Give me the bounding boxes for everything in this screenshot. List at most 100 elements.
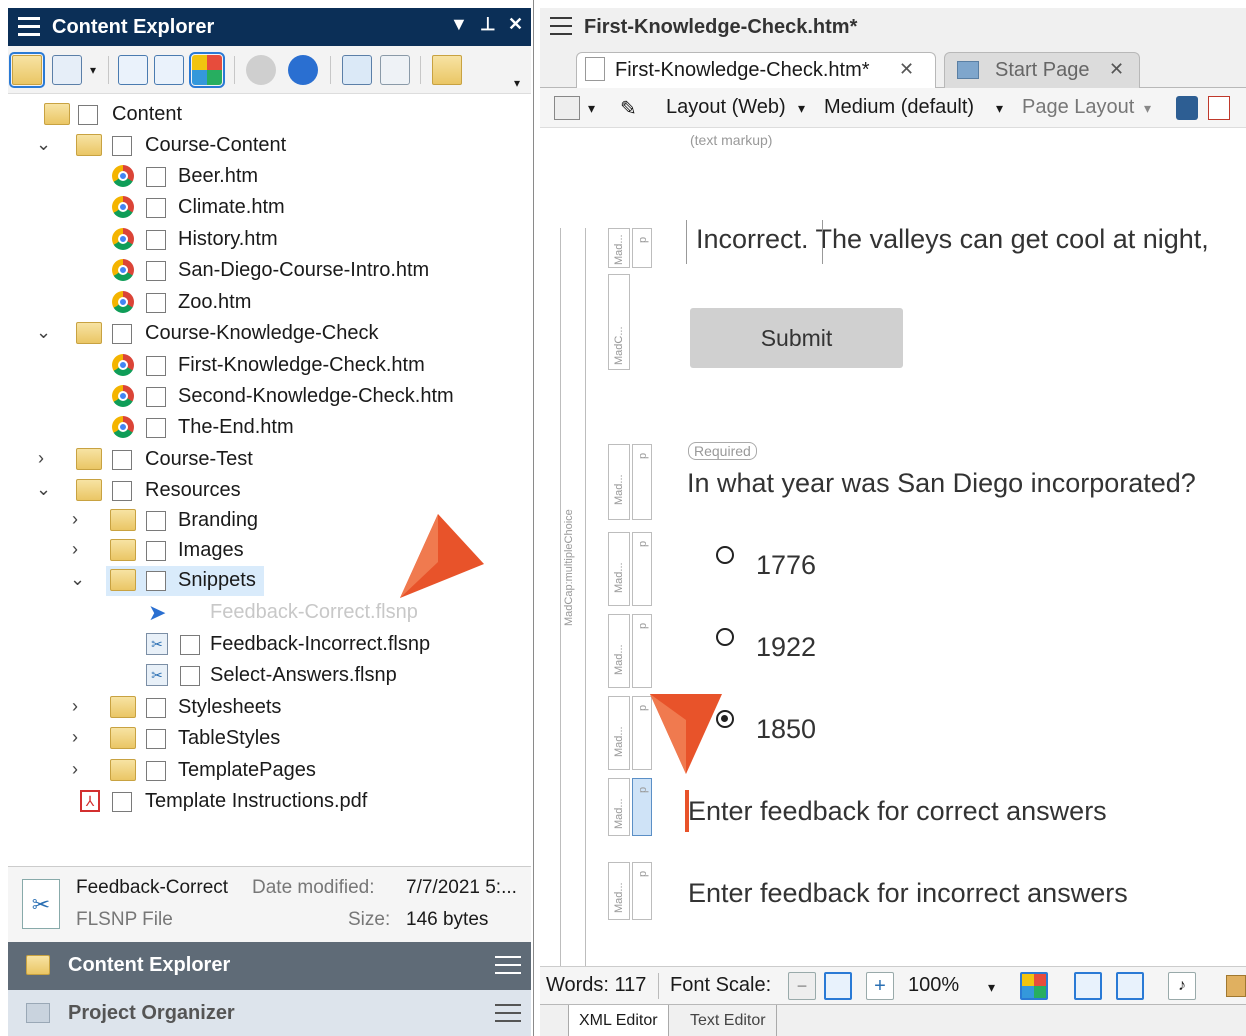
structure-tag[interactable]: Mad...: [608, 614, 630, 688]
checkbox[interactable]: [146, 356, 166, 376]
view-dropdown-icon[interactable]: ▾: [86, 55, 100, 85]
chevron-right-icon[interactable]: ›: [72, 696, 90, 717]
checkbox[interactable]: [146, 198, 166, 218]
chevron-right-icon[interactable]: ›: [38, 448, 56, 469]
p-tag[interactable]: p: [632, 444, 652, 520]
color-icon[interactable]: [1020, 972, 1048, 1000]
tree-item-dragging[interactable]: ➤ Feedback-Correct.flsnp: [8, 598, 531, 628]
tree-item-file[interactable]: Zoo.htm: [8, 288, 531, 318]
collapse-all-icon[interactable]: [154, 55, 184, 85]
tree-item-pdf[interactable]: ⅄ Template Instructions.pdf: [8, 787, 531, 817]
submit-button[interactable]: Submit: [690, 308, 903, 368]
feedback-correct-text[interactable]: Enter feedback for correct answers: [688, 796, 1107, 827]
checkbox[interactable]: [146, 261, 166, 281]
tab-project-organizer[interactable]: Project Organizer: [8, 990, 531, 1036]
color-icon[interactable]: [189, 52, 225, 88]
audio-icon[interactable]: ♪: [1168, 972, 1196, 1000]
menu-icon[interactable]: [495, 1004, 521, 1026]
chevron-right-icon[interactable]: ›: [72, 727, 90, 748]
answer-label[interactable]: 1922: [756, 632, 816, 663]
checkbox[interactable]: [146, 729, 166, 749]
chevron-down-icon[interactable]: ⌄: [36, 134, 54, 155]
tree-item-course-knowledge-check[interactable]: ⌄ Course-Knowledge-Check: [8, 319, 531, 349]
tree-item-snippet[interactable]: ✂ Feedback-Incorrect.flsnp: [8, 630, 531, 660]
chevron-down-icon[interactable]: ⌄: [36, 479, 54, 500]
tree-item-file[interactable]: Beer.htm: [8, 162, 531, 192]
page-layout-dropdown[interactable]: Page Layout: [1022, 96, 1134, 119]
question-text[interactable]: In what year was San Diego incorporated?: [687, 468, 1196, 499]
p-tag[interactable]: p: [632, 228, 652, 268]
checkbox[interactable]: [146, 571, 166, 591]
radio-button[interactable]: [716, 628, 734, 646]
tree-item-course-test[interactable]: › Course-Test: [8, 445, 531, 475]
chevron-down-icon[interactable]: ⌄: [36, 322, 54, 343]
structure-tag[interactable]: Mad...: [608, 532, 630, 606]
tree-item-tablestyles[interactable]: › TableStyles: [8, 724, 531, 754]
checkbox[interactable]: [112, 481, 132, 501]
find-file-icon[interactable]: [380, 55, 410, 85]
checkbox[interactable]: [146, 418, 166, 438]
pin-icon[interactable]: ⊥: [480, 14, 496, 35]
show-tags-icon[interactable]: [1074, 972, 1102, 1000]
tree-item-snippet[interactable]: ✂ Select-Answers.flsnp: [8, 661, 531, 691]
checkbox[interactable]: [146, 541, 166, 561]
tab-content-explorer[interactable]: Content Explorer: [8, 942, 531, 990]
p-tag[interactable]: p: [632, 614, 652, 688]
ruler-icon[interactable]: [1226, 975, 1246, 997]
checkbox[interactable]: [146, 293, 166, 313]
checkbox[interactable]: [146, 167, 166, 187]
editor-canvas[interactable]: (text markup) MadCap:multipleChoice Mad.…: [540, 128, 1246, 1036]
chevron-right-icon[interactable]: ›: [72, 509, 90, 530]
checkbox[interactable]: [146, 761, 166, 781]
tab-start-page[interactable]: Start Page ✕: [944, 52, 1140, 88]
dropdown-arrow-icon[interactable]: ▾: [988, 979, 995, 996]
reset-font-icon[interactable]: [824, 972, 852, 1000]
tab-text-editor[interactable]: Text Editor: [680, 1005, 777, 1036]
decrease-font-icon[interactable]: −: [788, 972, 816, 1000]
tree-item-file[interactable]: Climate.htm: [8, 193, 531, 223]
p-tag[interactable]: p: [632, 862, 652, 920]
tree-item-course-content[interactable]: ⌄ Course-Content: [8, 131, 531, 161]
pdf-preview-icon[interactable]: [1208, 96, 1230, 120]
tree-item-templatepages[interactable]: › TemplatePages: [8, 756, 531, 786]
chevron-right-icon[interactable]: ›: [72, 539, 90, 560]
expand-all-icon[interactable]: [118, 55, 148, 85]
folder-view-icon[interactable]: [9, 52, 45, 88]
tree-item-resources[interactable]: ⌄ Resources: [8, 476, 531, 506]
checkbox[interactable]: [112, 324, 132, 344]
close-icon[interactable]: ✕: [899, 59, 914, 80]
structure-tag[interactable]: Mad...: [608, 862, 630, 920]
answer-label[interactable]: 1850: [756, 714, 816, 745]
p-tag-selected[interactable]: p: [632, 778, 652, 836]
checkbox[interactable]: [180, 635, 200, 655]
show-structure-icon[interactable]: [1116, 972, 1144, 1000]
tree-item-file[interactable]: History.htm: [8, 225, 531, 255]
checkbox[interactable]: [112, 450, 132, 470]
checkbox[interactable]: [146, 387, 166, 407]
structure-tag[interactable]: Mad...: [608, 444, 630, 520]
incorrect-feedback-line[interactable]: Incorrect. The valleys can get cool at n…: [686, 220, 1246, 272]
tree-item-stylesheets[interactable]: › Stylesheets: [8, 693, 531, 723]
radio-button[interactable]: [716, 546, 734, 564]
new-folder-icon[interactable]: [432, 55, 462, 85]
dropdown-arrow-icon[interactable]: ▼: [450, 14, 468, 35]
increase-font-icon[interactable]: +: [866, 972, 894, 1000]
layout-dropdown[interactable]: Layout (Web): [666, 96, 786, 119]
checkbox[interactable]: [180, 666, 200, 686]
dropdown-arrow-icon[interactable]: ▾: [588, 100, 595, 117]
tab-first-knowledge-check[interactable]: First-Knowledge-Check.htm* ✕: [576, 52, 936, 88]
tab-xml-editor[interactable]: XML Editor: [568, 1005, 669, 1036]
close-icon[interactable]: ✕: [1109, 59, 1124, 80]
tree-item-content[interactable]: Content: [8, 100, 531, 130]
structure-tag[interactable]: Mad...: [608, 778, 630, 836]
tree-item-file[interactable]: Second-Knowledge-Check.htm: [8, 382, 531, 412]
medium-dropdown[interactable]: Medium (default): [824, 96, 974, 119]
brush-icon[interactable]: ✎: [620, 96, 637, 121]
chevron-right-icon[interactable]: ›: [72, 759, 90, 780]
feedback-incorrect-text[interactable]: Enter feedback for incorrect answers: [688, 878, 1128, 909]
menu-icon[interactable]: [18, 17, 40, 37]
p-tag[interactable]: p: [632, 532, 652, 606]
dropdown-arrow-icon[interactable]: ▾: [798, 100, 805, 117]
dropdown-arrow-icon[interactable]: ▾: [996, 100, 1003, 117]
page-icon[interactable]: [1176, 96, 1198, 120]
